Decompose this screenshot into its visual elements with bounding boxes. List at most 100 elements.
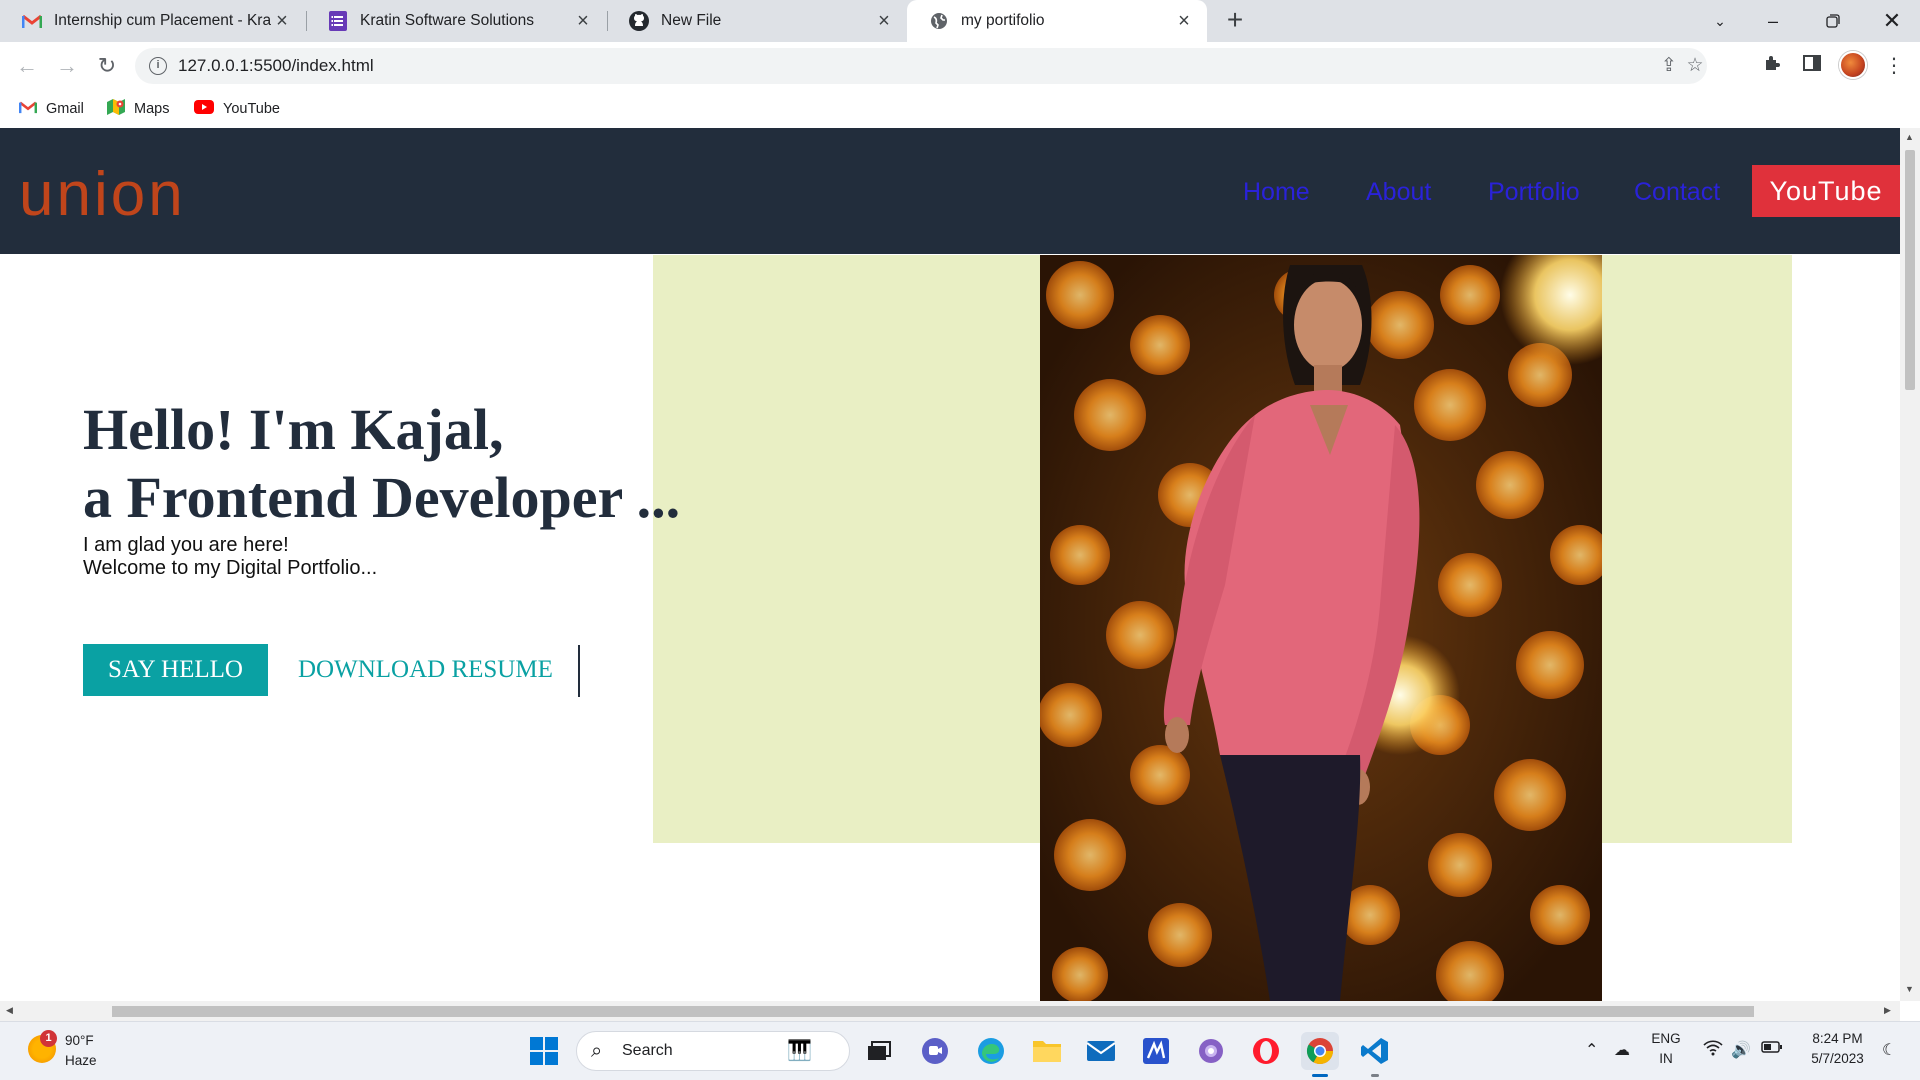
show-hidden-icons-icon[interactable]: ⌃ — [1585, 1040, 1598, 1060]
copilot-icon[interactable] — [1192, 1032, 1230, 1070]
wifi-icon[interactable] — [1703, 1040, 1723, 1061]
profile-avatar[interactable] — [1839, 51, 1867, 79]
close-tab-icon[interactable]: × — [873, 10, 895, 32]
globe-icon — [929, 11, 949, 31]
hero-heading-line2: a Frontend Developer ... — [83, 465, 681, 530]
close-tab-icon[interactable]: × — [271, 10, 293, 32]
tab-title: Kratin Software Solutions — [360, 12, 535, 29]
reload-button[interactable]: ↻ — [93, 52, 121, 80]
volume-icon[interactable]: 🔊 — [1731, 1040, 1751, 1060]
share-icon[interactable]: ⇪ — [1658, 55, 1680, 77]
windows-taskbar: 1 90°F Haze ⌕ Search 🎹 ⌃ ☁ ENG IN 🔊 8:24… — [0, 1021, 1920, 1080]
notifications-icon[interactable]: ☾ — [1882, 1040, 1896, 1060]
hero-heading-line1: Hello! I'm Kajal, — [83, 397, 504, 462]
menu-icon[interactable]: ⋮ — [1882, 54, 1906, 78]
hero-subtext: I am glad you are here! Welcome to my Di… — [83, 534, 377, 580]
maps-icon — [107, 98, 125, 120]
hero-subtext-line1: I am glad you are here! — [83, 534, 289, 556]
close-tab-icon[interactable]: × — [572, 10, 594, 32]
running-app-indicator — [1371, 1074, 1379, 1077]
nav-link-portfolio[interactable]: Portfolio — [1488, 178, 1580, 207]
site-logo[interactable]: union — [19, 159, 186, 230]
clock-date[interactable]: 5/7/2023 — [1800, 1051, 1875, 1066]
download-resume-link[interactable]: DOWNLOAD RESUME — [298, 656, 553, 684]
youtube-button[interactable]: YouTube — [1752, 165, 1900, 217]
tab-portfolio[interactable]: my portifolio × — [907, 0, 1207, 42]
page-viewport: union Home About Portfolio Contact YouTu… — [0, 128, 1900, 1001]
search-icon: ⌕ — [591, 1040, 603, 1062]
bookmark-gmail[interactable]: Gmail — [18, 96, 84, 122]
github-icon — [629, 11, 649, 31]
whiteboard-icon[interactable] — [1137, 1032, 1175, 1070]
tab-search-icon[interactable]: ⌄ — [1692, 0, 1748, 42]
bookmark-label: Maps — [134, 101, 170, 117]
bookmark-label: YouTube — [223, 101, 280, 117]
gmail-icon — [22, 11, 42, 31]
search-highlight-icon: 🎹 — [787, 1040, 812, 1062]
tab-new-file[interactable]: New File × — [607, 0, 907, 42]
site-navbar: union Home About Portfolio Contact YouTu… — [0, 128, 1900, 254]
profile-photo — [1040, 255, 1602, 1001]
minimize-button[interactable]: – — [1745, 0, 1801, 42]
weather-condition[interactable]: Haze — [65, 1053, 97, 1068]
close-window-button[interactable]: ✕ — [1864, 0, 1920, 42]
bookmark-label: Gmail — [46, 101, 84, 117]
nav-link-home[interactable]: Home — [1243, 178, 1310, 207]
task-view-icon[interactable] — [860, 1032, 898, 1070]
tab-title: my portifolio — [961, 12, 1045, 29]
language-top[interactable]: ENG — [1648, 1031, 1684, 1046]
nav-link-contact[interactable]: Contact — [1634, 178, 1720, 207]
nav-link-about[interactable]: About — [1366, 178, 1431, 207]
bookmark-maps[interactable]: Maps — [107, 96, 169, 122]
url-text[interactable]: 127.0.0.1:5500/index.html — [178, 56, 374, 76]
side-panel-icon[interactable] — [1800, 54, 1824, 78]
browser-tab-strip: Internship cum Placement - Krati × Krati… — [0, 0, 1920, 42]
forward-button[interactable]: → — [53, 52, 81, 80]
scroll-left-arrow-icon[interactable]: ◀ — [6, 1005, 13, 1016]
address-bar[interactable]: i 127.0.0.1:5500/index.html ⇪ ☆ — [135, 48, 1707, 84]
scroll-up-arrow-icon[interactable]: ▲ — [1905, 132, 1914, 142]
tab-title: New File — [661, 12, 722, 29]
onedrive-icon[interactable]: ☁ — [1614, 1040, 1630, 1060]
gmail-icon — [18, 100, 38, 118]
tab-kratin[interactable]: Kratin Software Solutions × — [306, 0, 606, 42]
file-explorer-icon[interactable] — [1028, 1032, 1066, 1070]
weather-temp[interactable]: 90°F — [65, 1033, 94, 1048]
hero-heading: Hello! I'm Kajal, a Frontend Developer .… — [83, 396, 680, 532]
vertical-scroll-thumb[interactable] — [1905, 150, 1915, 390]
extensions-icon[interactable] — [1760, 54, 1784, 78]
new-tab-button[interactable]: + — [1221, 6, 1249, 35]
taskbar-search[interactable]: ⌕ Search 🎹 — [576, 1031, 850, 1071]
tab-gmail[interactable]: Internship cum Placement - Krati × — [0, 0, 305, 42]
bookmark-youtube[interactable]: YouTube — [194, 96, 280, 122]
start-button[interactable] — [525, 1032, 563, 1070]
forms-icon — [328, 11, 348, 31]
weather-badge: 1 — [40, 1030, 57, 1047]
youtube-icon — [194, 100, 214, 118]
teams-chat-icon[interactable] — [916, 1032, 954, 1070]
site-info-icon[interactable]: i — [149, 57, 167, 75]
horizontal-scrollbar[interactable]: ◀ ▶ — [0, 1001, 1900, 1021]
vertical-scrollbar[interactable]: ▲ ▼ — [1900, 128, 1920, 1001]
typing-caret — [578, 645, 580, 697]
restore-button[interactable] — [1805, 0, 1861, 42]
active-app-indicator — [1312, 1074, 1328, 1077]
scroll-right-arrow-icon[interactable]: ▶ — [1884, 1005, 1891, 1016]
close-tab-icon[interactable]: × — [1173, 10, 1195, 32]
clock-time[interactable]: 8:24 PM — [1800, 1031, 1875, 1046]
mail-icon[interactable] — [1082, 1032, 1120, 1070]
back-button[interactable]: ← — [13, 52, 41, 80]
say-hello-button[interactable]: SAY HELLO — [83, 644, 268, 696]
browser-toolbar: ← → ↻ i 127.0.0.1:5500/index.html ⇪ ☆ ⋮ — [0, 42, 1920, 90]
language-bottom[interactable]: IN — [1648, 1051, 1684, 1066]
horizontal-scroll-thumb[interactable] — [112, 1006, 1754, 1017]
scroll-down-arrow-icon[interactable]: ▼ — [1905, 984, 1914, 994]
chrome-icon[interactable] — [1301, 1032, 1339, 1070]
edge-icon[interactable] — [972, 1032, 1010, 1070]
hero-subtext-line2: Welcome to my Digital Portfolio... — [83, 557, 378, 579]
opera-icon[interactable] — [1247, 1032, 1285, 1070]
battery-icon[interactable] — [1761, 1040, 1783, 1059]
tab-title: Internship cum Placement - Krati — [54, 12, 271, 29]
vscode-icon[interactable] — [1356, 1032, 1394, 1070]
bookmark-star-icon[interactable]: ☆ — [1684, 55, 1706, 77]
